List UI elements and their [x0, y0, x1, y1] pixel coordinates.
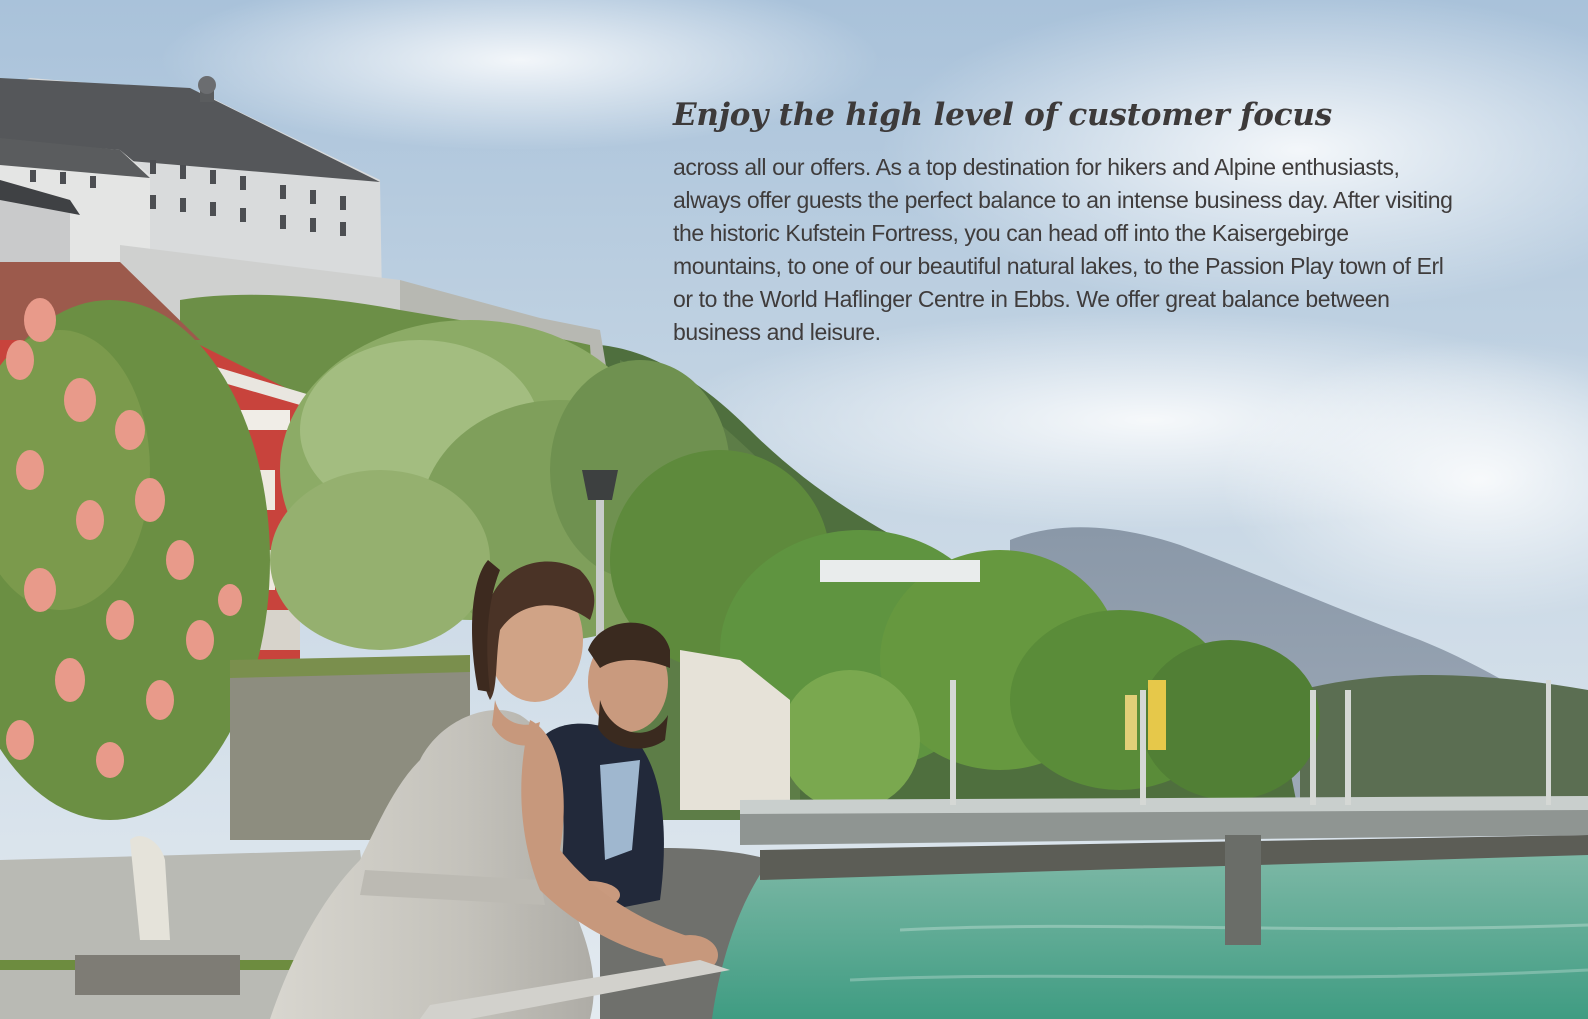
body-paragraph: across all our offers. As a top destinat… [673, 154, 1453, 345]
lamp-post [596, 480, 604, 640]
brochure-page: Enjoy the high level of customer focus a… [0, 0, 1588, 1019]
intro-text-block: Enjoy the high level of customer focus a… [673, 95, 1473, 349]
headline: Enjoy the high level of customer focus [673, 97, 1332, 133]
